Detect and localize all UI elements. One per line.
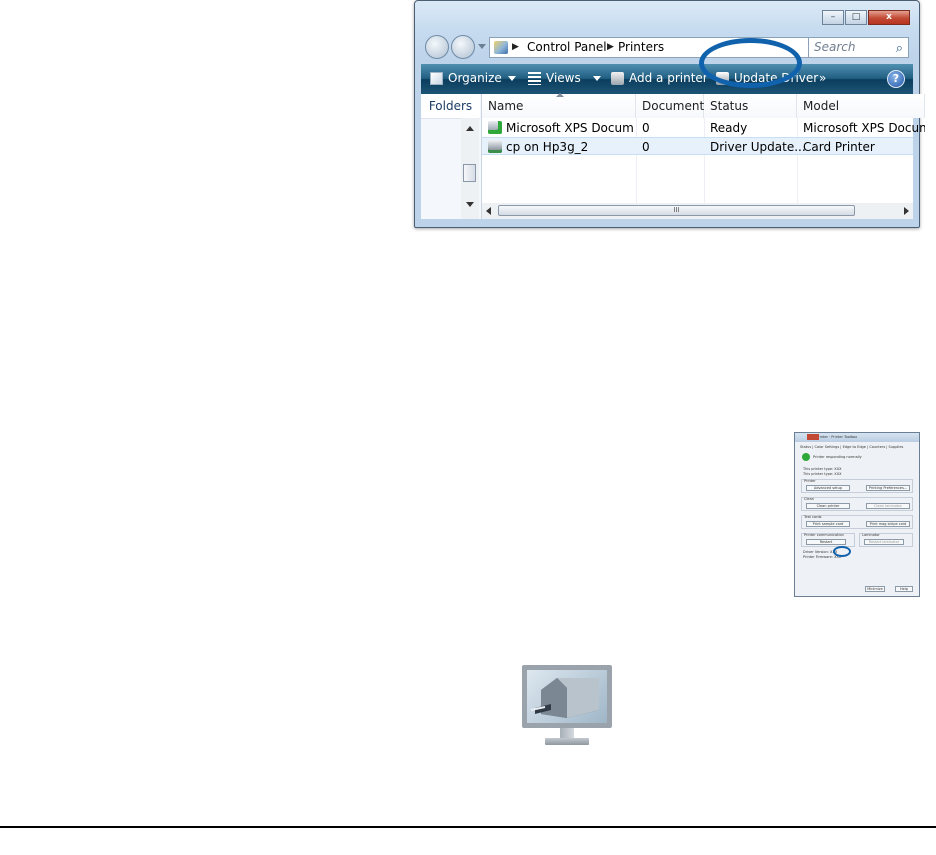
cell-documents: 0 (642, 121, 650, 135)
update-driver-highlight-ring (699, 38, 802, 88)
dialog-titlebar: Card Printer · Printer Toolbox (795, 433, 919, 442)
maximize-button[interactable]: □ (845, 10, 867, 25)
monitor-stand-base (545, 738, 589, 745)
caption-buttons: – □ x (821, 10, 910, 25)
group-clean: Clean Clean printer Clean laminator (801, 497, 913, 511)
cell-documents: 0 (642, 140, 650, 154)
organize-button[interactable]: Organize (430, 71, 516, 85)
printing-preferences-button[interactable]: Printing Preferences... (866, 485, 910, 491)
breadcrumb-arrow-icon[interactable]: ▶ (512, 38, 519, 57)
content-area: Folders Name Documents Status Model Micr… (421, 93, 925, 219)
column-header-name[interactable]: Name (482, 93, 636, 118)
cell-name: Microsoft XPS Docum... (506, 121, 634, 135)
table-row[interactable]: Microsoft XPS Docum... 0 Ready Microsoft… (482, 119, 925, 137)
cell-status: Ready (710, 121, 748, 135)
card-printer-monitor-icon (522, 665, 612, 747)
column-header-documents[interactable]: Documents (636, 94, 710, 118)
cell-name: cp on Hp3g_2 (506, 140, 589, 154)
forward-button[interactable] (451, 35, 475, 59)
scroll-left-icon[interactable] (486, 207, 491, 215)
recent-pages-dropdown-icon[interactable] (478, 44, 486, 49)
folders-tab[interactable]: Folders (421, 94, 480, 119)
restart-button[interactable]: Restart (806, 539, 846, 545)
group-printer: Printer Advanced setup Printing Preferen… (801, 479, 913, 493)
clean-printer-button[interactable]: Clean printer (806, 503, 850, 509)
table-row-selected[interactable]: cp on Hp3g_2 0 Driver Update... Card Pri… (482, 137, 913, 155)
add-printer-icon (611, 71, 624, 85)
printer-toolbox-dialog: Card Printer · Printer Toolbox Status | … (794, 432, 920, 597)
sort-ascending-icon (556, 93, 564, 97)
cell-model: Card Printer (803, 140, 875, 154)
cell-model: Microsoft XPS Docum (803, 121, 925, 135)
print-sample-card-button[interactable]: Print sample card (806, 521, 850, 527)
card-printer-icon (530, 678, 599, 718)
page-footer-rule (0, 826, 936, 828)
breadcrumb-arrow-icon[interactable]: ▶ (607, 38, 614, 57)
printer-type-line: This printer type: XXX (803, 472, 842, 476)
driver-version-highlight-ring (833, 546, 851, 557)
views-button[interactable]: Views (528, 71, 601, 85)
dialog-tabs[interactable]: Status | Color Settings | Edge to Edge |… (800, 445, 903, 449)
scroll-thumb[interactable]: III (498, 205, 855, 216)
restart-laminator-button[interactable]: Restart laminator (864, 539, 904, 545)
organize-icon (430, 71, 443, 85)
group-communication: Printer communication Restart (801, 533, 855, 547)
breadcrumb-control-panel[interactable]: Control Panel (527, 38, 607, 57)
more-commands-button[interactable]: » (819, 71, 826, 85)
monitor-stand-neck (560, 728, 574, 738)
group-laminator: Laminator Restart laminator (859, 533, 913, 547)
minimize-button[interactable]: Minimize (865, 586, 885, 592)
printer-list: Name Documents Status Model Microsoft XP… (482, 93, 925, 219)
print-mag-stripe-button[interactable]: Print mag stripe card (866, 521, 910, 527)
cell-status: Driver Update... (710, 140, 806, 154)
printer-type-line: This printer type: XXX (803, 467, 842, 471)
minimize-button[interactable]: – (822, 10, 844, 25)
column-header-status[interactable]: Status (704, 94, 797, 118)
search-icon[interactable]: ⌕ (896, 39, 903, 58)
back-button[interactable] (425, 35, 449, 59)
scroll-up-icon[interactable] (466, 126, 474, 131)
close-button[interactable]: x (868, 10, 910, 25)
printer-icon (488, 140, 502, 153)
search-input[interactable]: Search ⌕ (808, 37, 909, 58)
horizontal-scrollbar[interactable]: III (482, 203, 913, 219)
column-header-model[interactable]: Model (797, 94, 925, 118)
status-ok-icon (802, 453, 810, 461)
scroll-down-icon[interactable] (466, 202, 474, 207)
views-icon (528, 71, 541, 85)
scroll-right-icon[interactable] (904, 207, 909, 215)
control-panel-icon (494, 41, 508, 54)
folders-pane: Folders (421, 94, 482, 219)
chevron-down-icon (507, 75, 516, 81)
monitor-screen (522, 665, 612, 728)
help-icon[interactable]: ? (887, 70, 905, 88)
printer-default-icon (488, 121, 502, 134)
scroll-thumb[interactable] (463, 164, 476, 182)
chevron-down-icon (592, 75, 601, 81)
advanced-setup-button[interactable]: Advanced setup (806, 485, 850, 491)
navigation-row: ▶ Control Panel ▶ Printers Search ⌕ (425, 35, 909, 59)
status-text: Printer responding normally (813, 455, 862, 459)
close-button[interactable] (807, 434, 819, 440)
breadcrumb-printers[interactable]: Printers (618, 38, 664, 57)
add-printer-button[interactable]: Add a printer (611, 71, 708, 85)
command-bar: Organize Views Add a printer Update Driv… (421, 64, 913, 94)
help-button[interactable]: Help (895, 586, 913, 592)
clean-laminator-button[interactable]: Clean laminator (866, 503, 910, 509)
printers-window: – □ x ▶ Control Panel ▶ Printers Search … (414, 0, 925, 228)
search-placeholder: Search (814, 40, 856, 54)
group-test-cards: Test cards Print sample card Print mag s… (801, 515, 913, 529)
vertical-scrollbar[interactable] (461, 118, 479, 219)
